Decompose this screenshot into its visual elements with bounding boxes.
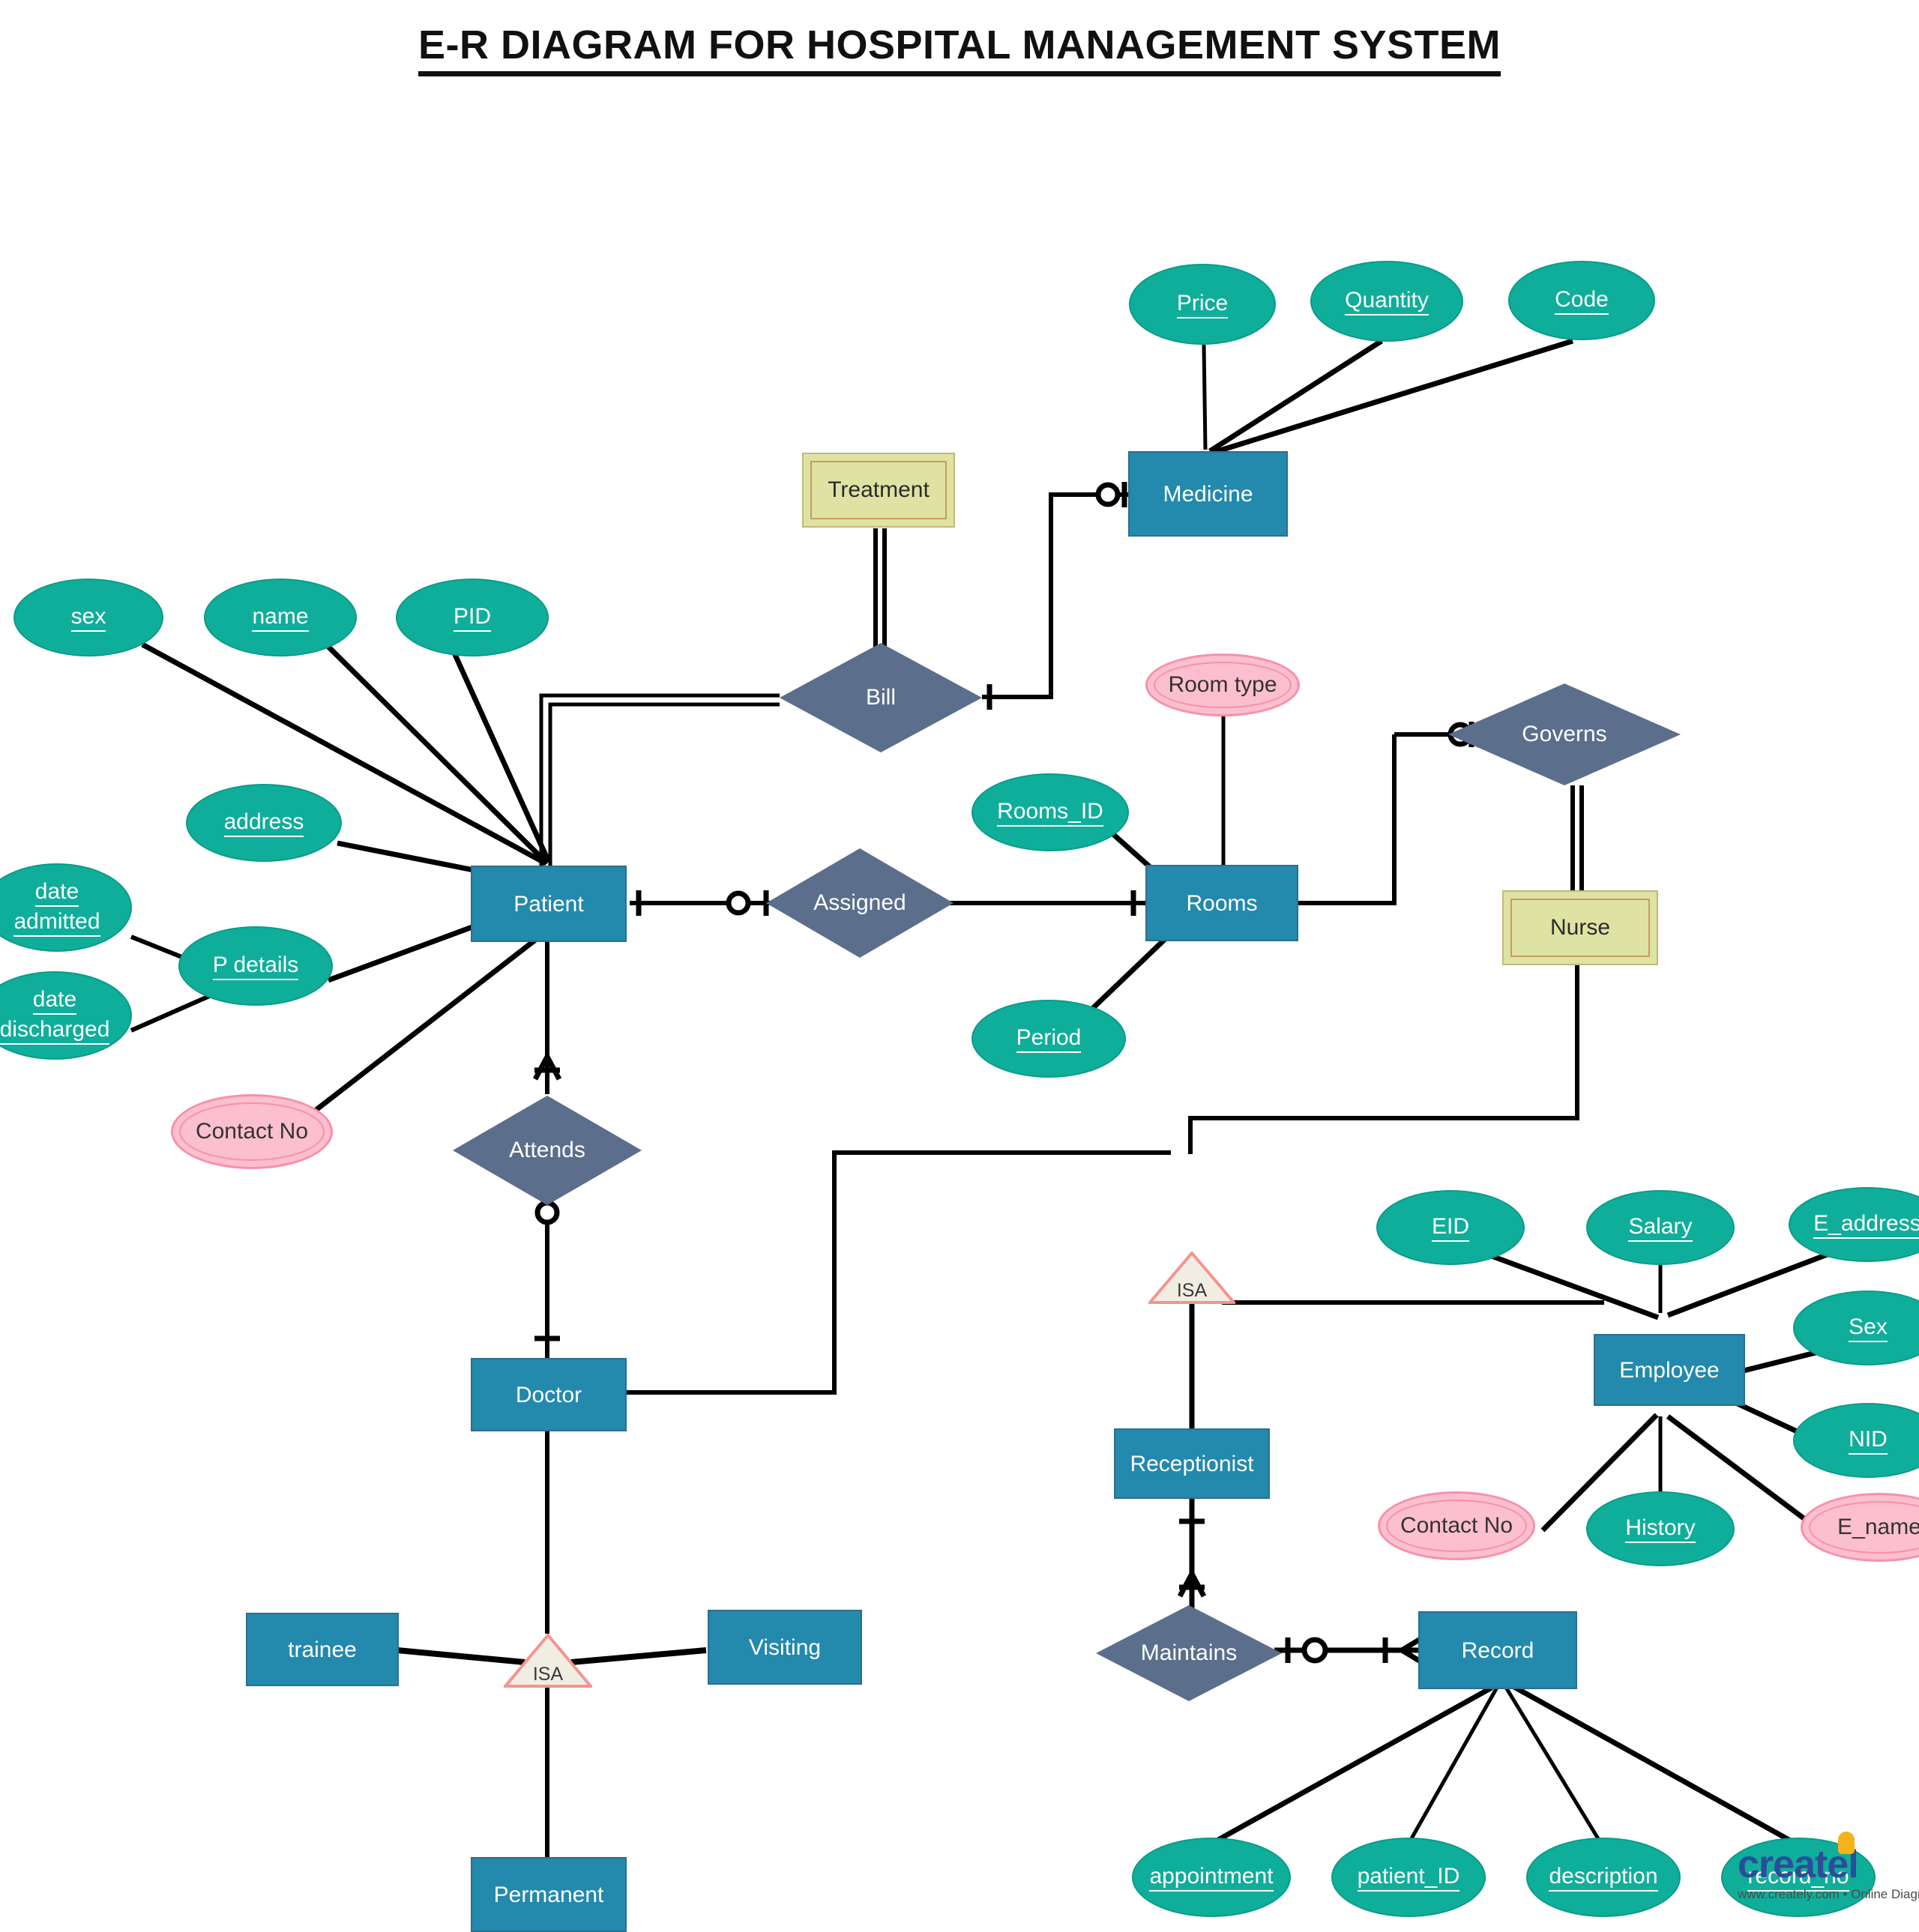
relationship-maintains[interactable]: Maintains (1096, 1605, 1282, 1701)
attribute-e-address[interactable]: E_address (1789, 1187, 1919, 1262)
attribute-patient-id[interactable]: patient_ID (1331, 1838, 1486, 1917)
er-diagram-canvas: E-R DIAGRAM FOR HOSPITAL MANAGEMENT SYST… (0, 0, 1919, 1932)
attribute-eid[interactable]: EID (1376, 1190, 1525, 1265)
attribute-pid[interactable]: PID (396, 579, 549, 656)
weak-entity-nurse[interactable]: Nurse (1502, 890, 1658, 965)
relationship-governs[interactable]: Governs (1448, 683, 1681, 785)
attribute-address[interactable]: address (186, 784, 342, 862)
attribute-sex[interactable]: sex (13, 579, 163, 656)
entity-receptionist[interactable]: Receptionist (1114, 1428, 1270, 1499)
attribute-p-details[interactable]: P details (178, 926, 333, 1006)
creately-tagline: www.creately.com • Online Diagram (1738, 1887, 1919, 1901)
relationship-bill[interactable]: Bill (780, 643, 982, 752)
attribute-period[interactable]: Period (971, 1000, 1126, 1078)
attribute-description[interactable]: description (1526, 1838, 1681, 1917)
isa-employee-label: ISA (1177, 1280, 1208, 1301)
entity-patient[interactable]: Patient (471, 866, 627, 942)
attribute-name[interactable]: name (204, 579, 357, 656)
attribute-date-discharged[interactable]: date discharged (0, 971, 132, 1060)
specialization-isa-employee[interactable]: ISA (1148, 1252, 1235, 1304)
bulb-icon (1838, 1832, 1855, 1854)
attribute-e-name[interactable]: E_name (1801, 1493, 1919, 1562)
attribute-date-admitted[interactable]: date admitted (0, 863, 132, 952)
entity-doctor[interactable]: Doctor (471, 1358, 627, 1431)
attribute-price[interactable]: Price (1129, 264, 1276, 345)
attribute-quantity[interactable]: Quantity (1310, 261, 1463, 342)
page-title-text: E-R DIAGRAM FOR HOSPITAL MANAGEMENT SYST… (418, 24, 1501, 76)
weak-entity-treatment[interactable]: Treatment (802, 453, 955, 528)
isa-doctor-label: ISA (533, 1664, 564, 1685)
entity-visiting[interactable]: Visiting (708, 1610, 862, 1685)
creately-watermark: createl www.creately.com • Online Diagra… (1738, 1832, 1919, 1902)
creately-logo-text: createl (1738, 1843, 1859, 1886)
relationship-assigned[interactable]: Assigned (766, 848, 954, 958)
attribute-room-type[interactable]: Room type (1145, 653, 1300, 716)
attribute-contact-no-employee[interactable]: Contact No (1378, 1491, 1535, 1560)
entity-permanent[interactable]: Permanent (471, 1857, 627, 1932)
attribute-rooms-id[interactable]: Rooms_ID (971, 773, 1129, 851)
attribute-code[interactable]: Code (1508, 261, 1655, 340)
attribute-salary[interactable]: Salary (1586, 1190, 1735, 1265)
entity-record[interactable]: Record (1418, 1611, 1577, 1689)
relationship-attends[interactable]: Attends (453, 1096, 642, 1205)
entity-rooms[interactable]: Rooms (1145, 865, 1298, 941)
attribute-contact-no-patient[interactable]: Contact No (171, 1094, 333, 1169)
entity-trainee[interactable]: trainee (246, 1613, 399, 1686)
entity-medicine[interactable]: Medicine (1128, 451, 1288, 537)
page-title: E-R DIAGRAM FOR HOSPITAL MANAGEMENT SYST… (0, 24, 1919, 76)
attribute-sex-employee[interactable]: Sex (1793, 1290, 1919, 1365)
attribute-nid[interactable]: NID (1793, 1403, 1919, 1478)
specialization-isa-doctor[interactable]: ISA (504, 1634, 592, 1688)
attribute-history[interactable]: History (1586, 1491, 1735, 1566)
entity-employee[interactable]: Employee (1594, 1334, 1745, 1406)
attribute-appointment[interactable]: appointment (1132, 1838, 1291, 1917)
